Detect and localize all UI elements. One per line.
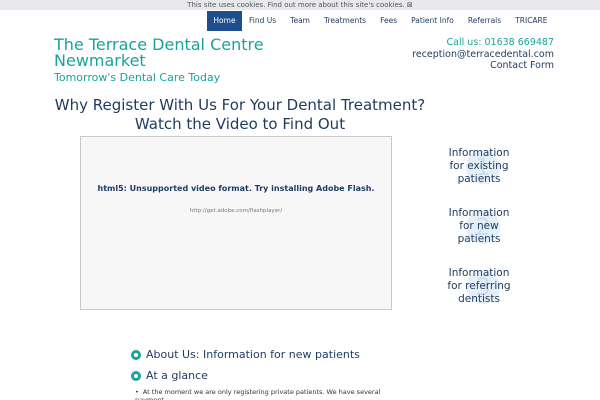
headline-line-1: Why Register With Us For Your Dental Tre… [54,96,426,114]
nav-tricare[interactable]: TRICARE [508,11,554,31]
site-branding: The Terrace Dental Centre Newmarket Tomo… [54,37,314,85]
nav-find-us[interactable]: Find Us [242,11,283,31]
new-patients-label[interactable]: Information for new patients [443,207,515,246]
email-link[interactable]: reception@terracedental.com [412,49,554,61]
video-player[interactable]: html5: Unsupported video format. Try ins… [80,136,392,310]
existing-patients-label[interactable]: Information for existing patients [443,147,515,186]
phone-number[interactable]: Call us: 01638 669487 [412,37,554,49]
site-tagline: Tomorrow's Dental Care Today [54,71,221,84]
main-navigation: Home Find Us Team Treatments Fees Patien… [207,11,555,31]
nav-referrals[interactable]: Referrals [461,11,508,31]
page-headline: Why Register With Us For Your Dental Tre… [40,96,440,134]
nav-patient-info[interactable]: Patient Info [404,11,461,31]
nav-team[interactable]: Team [283,11,317,31]
at-a-glance-heading[interactable]: At a glance [146,369,208,382]
circle-bullet-icon [131,370,141,381]
about-us-heading[interactable]: About Us: Information for new patients [146,348,360,361]
video-error-message: html5: Unsupported video format. Try ins… [97,184,375,193]
referring-dentists-link[interactable]: 3 Information for referring dentists [443,267,515,306]
headline-line-2: Watch the Video to Find Out [134,115,346,133]
list-item: At the moment we are only registering pr… [135,388,380,400]
contact-form-link[interactable]: Contact Form [412,60,554,72]
glance-list: At the moment we are only registering pr… [135,388,395,400]
referring-dentists-label[interactable]: Information for referring dentists [443,267,515,306]
flash-player-link[interactable]: http://get.adobe.com/flashplayer/ [81,208,391,214]
cookie-notice-bar[interactable]: This site uses cookies. Find out more ab… [0,0,600,10]
site-title[interactable]: The Terrace Dental Centre Newmarket [54,37,314,69]
circle-bullet-icon [131,349,141,360]
existing-patients-link[interactable]: 1 Information for existing patients [443,147,515,186]
at-a-glance-section[interactable]: At a glance [131,369,208,382]
nav-treatments[interactable]: Treatments [317,11,373,31]
about-us-section[interactable]: About Us: Information for new patients [131,348,360,361]
cookie-notice-text[interactable]: This site uses cookies. Find out more ab… [187,1,413,9]
nav-fees[interactable]: Fees [373,11,404,31]
new-patients-link[interactable]: 2 Information for new patients [443,207,515,246]
contact-block: Call us: 01638 669487 reception@terraced… [412,37,554,72]
nav-home[interactable]: Home [207,11,242,31]
